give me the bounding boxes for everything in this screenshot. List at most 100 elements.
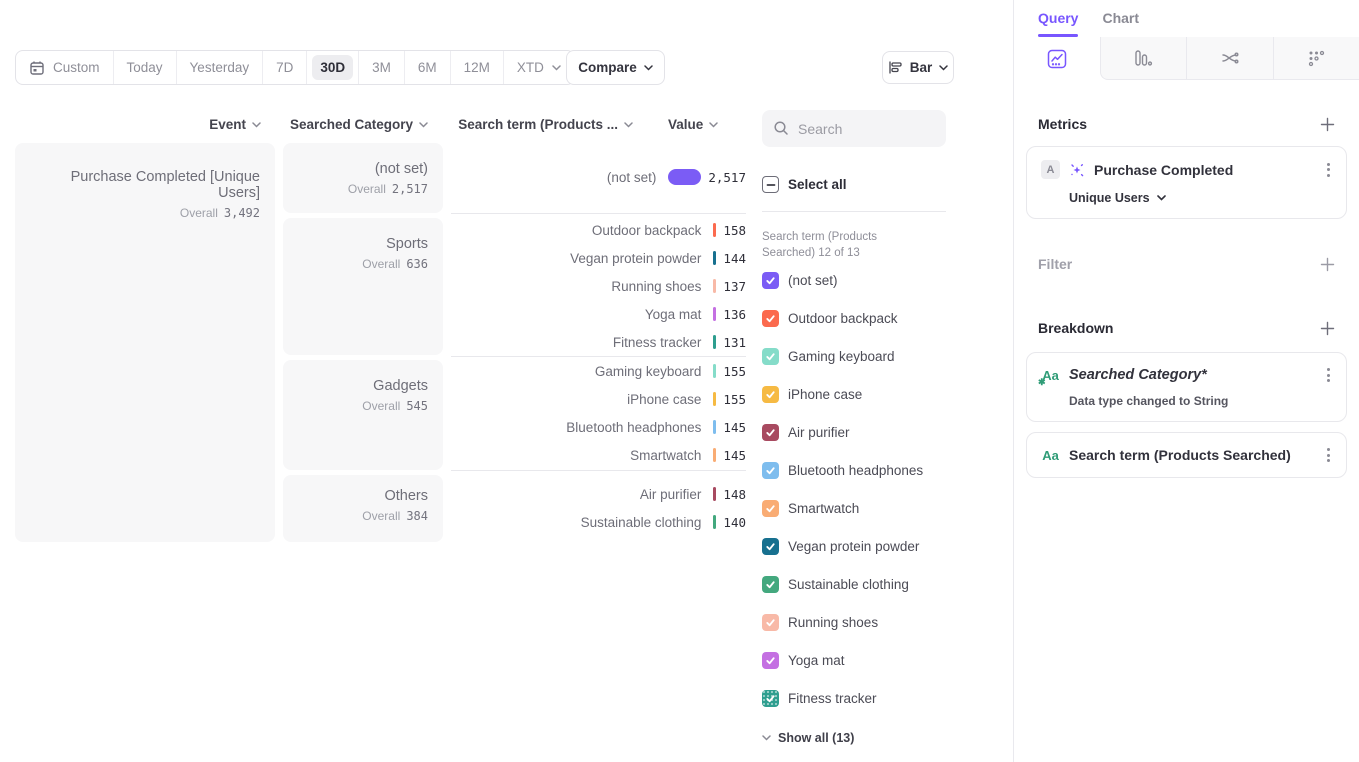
date-range-6m[interactable]: 6M	[404, 51, 450, 84]
search-input[interactable]	[762, 110, 946, 147]
table-row[interactable]: Vegan protein powder 144	[451, 244, 746, 272]
table-row[interactable]: Smartwatch 145	[451, 441, 746, 469]
tab-funnels[interactable]	[1100, 37, 1187, 80]
aggregation-select[interactable]: Unique Users	[1069, 191, 1332, 205]
checkbox-checked[interactable]	[762, 500, 779, 517]
checkbox-checked[interactable]	[762, 272, 779, 289]
category-cell-gadgets[interactable]: Gadgets Overall545	[283, 360, 443, 470]
value-bar	[713, 251, 716, 265]
column-header-search-term[interactable]: Search term (Products ...	[451, 117, 633, 132]
value-bar	[713, 420, 716, 434]
table-row[interactable]: iPhone case 155	[451, 385, 746, 413]
breakdown-note: Data type changed to String	[1069, 394, 1332, 408]
legend-item[interactable]: Air purifier	[762, 413, 947, 451]
column-header-searched-category[interactable]: Searched Category	[283, 117, 428, 132]
chevron-down-icon	[709, 122, 718, 128]
chevron-down-icon	[1157, 195, 1166, 201]
table-row[interactable]: (not set) 2,517	[451, 163, 746, 191]
table-row[interactable]: Sustainable clothing 140	[451, 508, 746, 536]
value-bar	[713, 392, 716, 406]
breakdown-card[interactable]: Aa Search term (Products Searched)	[1026, 432, 1347, 478]
compare-button[interactable]: Compare	[566, 50, 665, 85]
string-type-icon: Aa	[1041, 448, 1060, 463]
checkbox-checked[interactable]	[762, 424, 779, 441]
add-breakdown-button[interactable]	[1320, 321, 1335, 336]
category-cell-sports[interactable]: Sports Overall636	[283, 218, 443, 355]
value-bar	[713, 307, 716, 321]
table-row[interactable]: Outdoor backpack 158	[451, 216, 746, 244]
date-range-custom[interactable]: Custom	[16, 51, 113, 84]
checkbox-checked[interactable]	[762, 690, 779, 707]
table-row[interactable]: Air purifier 148	[451, 480, 746, 508]
chart-type-select[interactable]: Bar	[882, 51, 954, 84]
legend-filter-panel: Select all Search term (Products Searche…	[762, 110, 947, 745]
legend-item[interactable]: Gaming keyboard	[762, 337, 947, 375]
metric-card[interactable]: A Purchase Completed Unique Users	[1026, 146, 1347, 219]
tab-chart[interactable]: Chart	[1102, 10, 1139, 37]
breakdown-property-name: Search term (Products Searched)	[1069, 447, 1316, 463]
category-cell-not-set[interactable]: (not set) Overall2,517	[283, 143, 443, 213]
checkbox-checked[interactable]	[762, 386, 779, 403]
checkbox-checked[interactable]	[762, 310, 779, 327]
date-range-3m[interactable]: 3M	[358, 51, 404, 84]
kebab-menu-icon[interactable]	[1325, 366, 1332, 384]
tab-flows[interactable]	[1186, 37, 1273, 80]
bar-columns-icon	[1133, 48, 1153, 68]
date-range-xtd[interactable]: XTD	[503, 51, 574, 84]
column-header-value[interactable]: Value	[668, 117, 748, 132]
select-all-checkbox[interactable]	[762, 176, 779, 193]
kebab-menu-icon[interactable]	[1325, 446, 1332, 464]
table-row[interactable]: Bluetooth headphones 145	[451, 413, 746, 441]
table-row[interactable]: Fitness tracker 131	[451, 328, 746, 356]
tab-query[interactable]: Query	[1038, 10, 1078, 37]
category-cell-others[interactable]: Others Overall384	[283, 475, 443, 542]
legend-item[interactable]: Yoga mat	[762, 641, 947, 679]
date-range-12m[interactable]: 12M	[450, 51, 503, 84]
show-all-link[interactable]: Show all (13)	[762, 731, 947, 745]
checkbox-checked[interactable]	[762, 462, 779, 479]
chevron-down-icon	[252, 122, 261, 128]
date-range-picker: Custom Today Yesterday 7D 30D 3M 6M 12M …	[15, 50, 575, 85]
checkbox-checked[interactable]	[762, 348, 779, 365]
legend-item[interactable]: Vegan protein powder	[762, 527, 947, 565]
legend-item[interactable]: Bluetooth headphones	[762, 451, 947, 489]
report-type-tabs	[1014, 37, 1359, 80]
date-range-yesterday[interactable]: Yesterday	[176, 51, 263, 84]
query-panel: Query Chart	[1013, 0, 1359, 762]
chevron-down-icon	[624, 122, 633, 128]
date-range-30d-selected[interactable]: 30D	[306, 51, 358, 84]
date-range-label: Custom	[53, 60, 100, 75]
value-bar	[713, 448, 716, 462]
column-header-event[interactable]: Event	[15, 117, 261, 132]
legend-item[interactable]: Fitness tracker	[762, 679, 947, 717]
checkbox-checked[interactable]	[762, 576, 779, 593]
legend-item[interactable]: Sustainable clothing	[762, 565, 947, 603]
tab-insights[interactable]	[1014, 37, 1100, 80]
add-metric-button[interactable]	[1320, 117, 1335, 132]
checkbox-checked[interactable]	[762, 614, 779, 631]
table-row[interactable]: Running shoes 137	[451, 272, 746, 300]
group-divider	[451, 213, 746, 214]
kebab-menu-icon[interactable]	[1325, 161, 1332, 179]
date-range-today[interactable]: Today	[113, 51, 176, 84]
value-bar	[713, 223, 716, 237]
breakdown-card[interactable]: Aa ✱ Searched Category* Data type change…	[1026, 352, 1347, 422]
date-range-7d[interactable]: 7D	[262, 51, 306, 84]
table-row[interactable]: Gaming keyboard 155	[451, 357, 746, 385]
chevron-down-icon	[419, 122, 428, 128]
event-cell[interactable]: Purchase Completed [Unique Users] Overal…	[15, 143, 275, 542]
table-row[interactable]: Yoga mat 136	[451, 300, 746, 328]
add-filter-button[interactable]	[1320, 257, 1335, 272]
tab-retention[interactable]	[1273, 37, 1359, 80]
select-all-row[interactable]: Select all	[762, 176, 947, 193]
legend-item[interactable]: iPhone case	[762, 375, 947, 413]
series-badge: A	[1041, 160, 1060, 179]
legend-item[interactable]: Running shoes	[762, 603, 947, 641]
legend-item[interactable]: Smartwatch	[762, 489, 947, 527]
legend-item[interactable]: Outdoor backpack	[762, 299, 947, 337]
checkbox-checked[interactable]	[762, 652, 779, 669]
legend-item[interactable]: (not set)	[762, 261, 947, 299]
checkbox-checked[interactable]	[762, 538, 779, 555]
breakdown-property-name: Searched Category*	[1069, 367, 1316, 383]
dots-grid-icon	[1306, 48, 1326, 68]
